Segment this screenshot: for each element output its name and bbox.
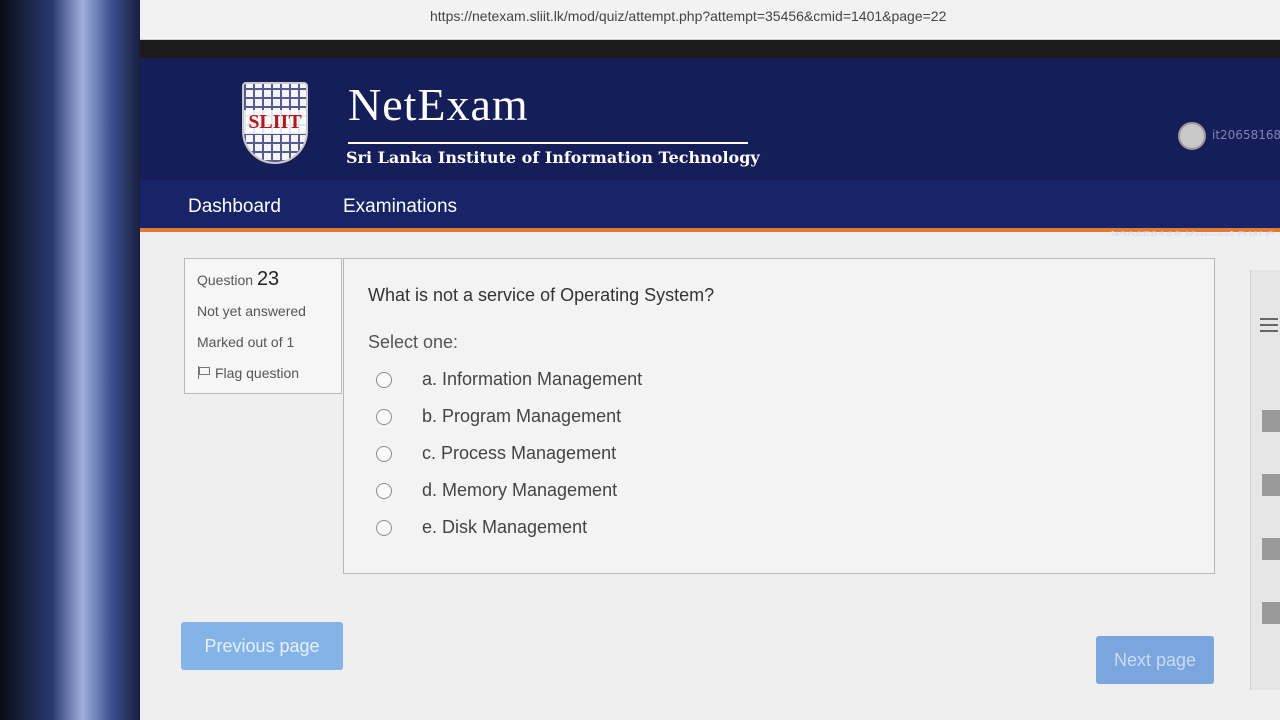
main-nav: Dashboard Examinations it20658168 Kumari… [140, 180, 1280, 244]
quiz-content: Question 23 Not yet answered Marked out … [140, 236, 1280, 720]
radio-button[interactable] [376, 445, 392, 462]
radio-button[interactable] [376, 408, 392, 425]
brand-subtitle: Sri Lanka Institute of Information Techn… [346, 148, 760, 167]
previous-page-button[interactable]: Previous page [181, 622, 343, 670]
answer-option-d[interactable]: d. Memory Management [368, 472, 1190, 509]
question-panel: What is not a service of Operating Syste… [343, 258, 1215, 574]
hamburger-menu-icon[interactable] [1260, 318, 1278, 332]
radio-button[interactable] [376, 519, 392, 536]
top-strip [140, 40, 1280, 58]
logo-text: SLIIT [244, 110, 306, 134]
question-number: 23 [256, 268, 280, 290]
nav-dashboard[interactable]: Dashboard [188, 196, 281, 218]
quiz-nav-cell[interactable] [1262, 538, 1280, 560]
answer-option-label[interactable]: e. Disk Management [422, 517, 587, 538]
question-status: Not yet answered [197, 303, 306, 319]
answer-option-b[interactable]: b. Program Management [368, 398, 1190, 435]
question-text: What is not a service of Operating Syste… [368, 285, 715, 305]
browser-screen: https://netexam.sliit.lk/mod/quiz/attemp… [140, 0, 1280, 720]
nav-examinations[interactable]: Examinations [343, 196, 457, 218]
answer-option-e[interactable]: e. Disk Management [368, 509, 1190, 546]
quiz-nav-cell[interactable] [1262, 410, 1280, 432]
next-page-button[interactable]: Next page [1096, 636, 1214, 684]
quiz-nav-cell[interactable] [1262, 602, 1280, 624]
monitor-bezel [0, 0, 150, 720]
answer-option-c[interactable]: c. Process Management [368, 435, 1190, 472]
flag-question-label: Flag question [215, 365, 300, 381]
select-one-prompt: Select one: [368, 332, 459, 352]
answer-options: a. Information Management b. Program Man… [368, 361, 1190, 546]
answer-option-label[interactable]: d. Memory Management [422, 480, 617, 501]
question-label: Question [197, 272, 254, 288]
answer-option-label[interactable]: c. Process Management [422, 443, 616, 464]
question-marks: Marked out of 1 [197, 334, 295, 350]
brand-title[interactable]: NetExam [348, 78, 529, 131]
avatar-username[interactable]: it20658168 [1212, 128, 1280, 142]
radio-button[interactable] [376, 482, 392, 499]
answer-option-label[interactable]: a. Information Management [422, 369, 642, 390]
answer-option-a[interactable]: a. Information Management [368, 361, 1190, 398]
site-header: SLIIT NetExam Sri Lanka Institute of Inf… [140, 58, 1280, 180]
flag-icon [197, 366, 210, 379]
quiz-nav-cell[interactable] [1262, 474, 1280, 496]
flag-question-link[interactable]: Flag question [197, 363, 329, 383]
answer-option-label[interactable]: b. Program Management [422, 406, 621, 427]
user-avatar-icon[interactable] [1178, 122, 1206, 150]
url-text[interactable]: https://netexam.sliit.lk/mod/quiz/attemp… [430, 8, 946, 24]
radio-button[interactable] [376, 371, 392, 388]
address-bar[interactable]: https://netexam.sliit.lk/mod/quiz/attemp… [140, 0, 1280, 40]
brand-divider [348, 142, 748, 144]
sliit-logo[interactable]: SLIIT [242, 82, 308, 164]
question-info-panel: Question 23 Not yet answered Marked out … [184, 258, 342, 394]
question-number-row: Question 23 [197, 269, 329, 290]
